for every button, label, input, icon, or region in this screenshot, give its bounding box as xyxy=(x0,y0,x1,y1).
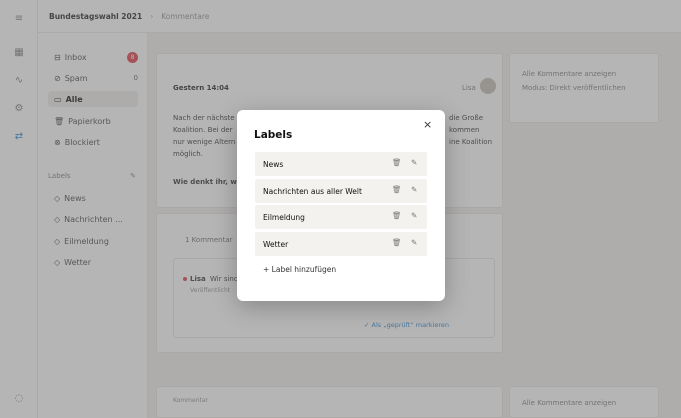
delete-icon[interactable]: 🗑 xyxy=(392,158,402,167)
delete-icon[interactable]: 🗑 xyxy=(392,238,402,247)
label-row: Nachrichten aus aller Welt 🗑 ✎ xyxy=(255,179,427,203)
label-name: Nachrichten aus aller Welt xyxy=(263,186,362,196)
label-name: Wetter xyxy=(263,239,289,249)
edit-icon[interactable]: ✎ xyxy=(411,238,417,247)
label-row: Wetter 🗑 ✎ xyxy=(255,232,427,256)
modal-title: Labels xyxy=(254,129,293,141)
label-name: News xyxy=(263,159,284,169)
delete-icon[interactable]: 🗑 xyxy=(392,185,402,194)
close-icon[interactable]: × xyxy=(423,118,432,131)
label-row: Eilmeldung 🗑 ✎ xyxy=(255,205,427,229)
add-label-button[interactable]: + Label hinzufügen xyxy=(263,265,336,274)
edit-icon[interactable]: ✎ xyxy=(411,185,417,194)
delete-icon[interactable]: 🗑 xyxy=(392,211,402,220)
edit-icon[interactable]: ✎ xyxy=(411,158,417,167)
label-row: News 🗑 ✎ xyxy=(255,152,427,176)
label-name: Eilmeldung xyxy=(263,212,305,222)
edit-icon[interactable]: ✎ xyxy=(411,211,417,220)
labels-modal: Labels × News 🗑 ✎ Nachrichten aus aller … xyxy=(237,110,445,301)
